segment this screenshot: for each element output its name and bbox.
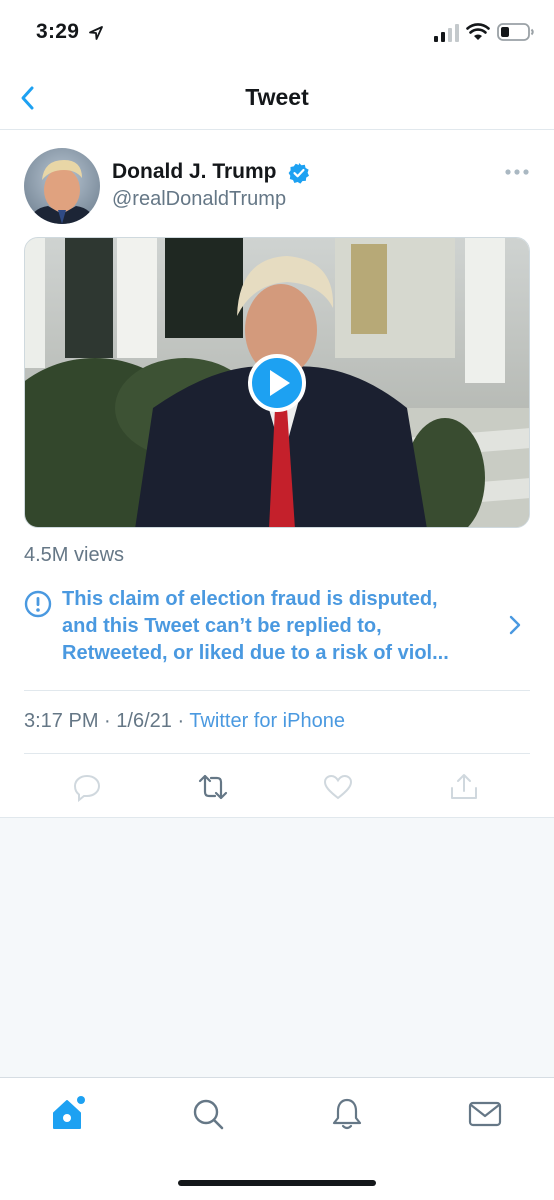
notice-line: and this Tweet can’t be replied to, xyxy=(62,615,382,637)
chevron-right-icon xyxy=(509,615,521,635)
retweet-icon[interactable] xyxy=(198,772,228,802)
notice-line: This claim of election fraud is disputed… xyxy=(62,588,438,610)
verified-badge-icon xyxy=(288,163,309,184)
reply-icon[interactable] xyxy=(72,772,102,802)
share-icon[interactable] xyxy=(449,772,479,802)
meta-separator: · xyxy=(104,710,111,732)
messages-icon[interactable] xyxy=(467,1096,503,1132)
home-icon[interactable] xyxy=(50,1096,86,1132)
status-bar: 3:29 xyxy=(0,0,554,66)
divider xyxy=(24,753,530,754)
divider xyxy=(24,690,530,691)
location-arrow-icon xyxy=(89,26,103,40)
notice-line: Retweeted, or liked due to a risk of vio… xyxy=(62,642,449,664)
battery-icon xyxy=(497,23,534,41)
empty-replies-area xyxy=(0,817,554,1077)
status-time: 3:29 xyxy=(36,20,80,43)
disputed-claim-notice[interactable]: This claim of election fraud is disputed… xyxy=(24,586,530,670)
page-title: Tweet xyxy=(245,84,309,110)
exclamation-circle-icon xyxy=(24,590,52,618)
notifications-icon[interactable] xyxy=(329,1096,365,1132)
notice-text: This claim of election fraud is disputed… xyxy=(62,586,492,667)
nav-header: Tweet xyxy=(0,66,554,130)
view-count: 4.5M views xyxy=(24,544,125,566)
meta-separator: · xyxy=(177,710,185,732)
home-indicator xyxy=(178,1180,376,1186)
tweet-source-link[interactable]: Twitter for iPhone xyxy=(189,710,345,732)
author-handle[interactable]: @realDonaldTrump xyxy=(112,188,286,211)
like-icon[interactable] xyxy=(323,772,353,802)
search-icon[interactable] xyxy=(190,1096,226,1132)
tweet-time: 3:17 PM xyxy=(24,710,99,732)
tweet-date: 1/6/21 xyxy=(116,710,172,732)
play-button-icon[interactable] xyxy=(247,353,307,413)
wifi-icon xyxy=(466,23,490,40)
tweet-meta: 3:17 PM · 1/6/21 · Twitter for iPhone xyxy=(24,710,345,733)
avatar[interactable] xyxy=(24,148,100,224)
more-dots-icon[interactable] xyxy=(504,166,530,178)
cellular-signal-icon xyxy=(434,24,459,42)
author-name[interactable]: Donald J. Trump xyxy=(112,160,277,184)
